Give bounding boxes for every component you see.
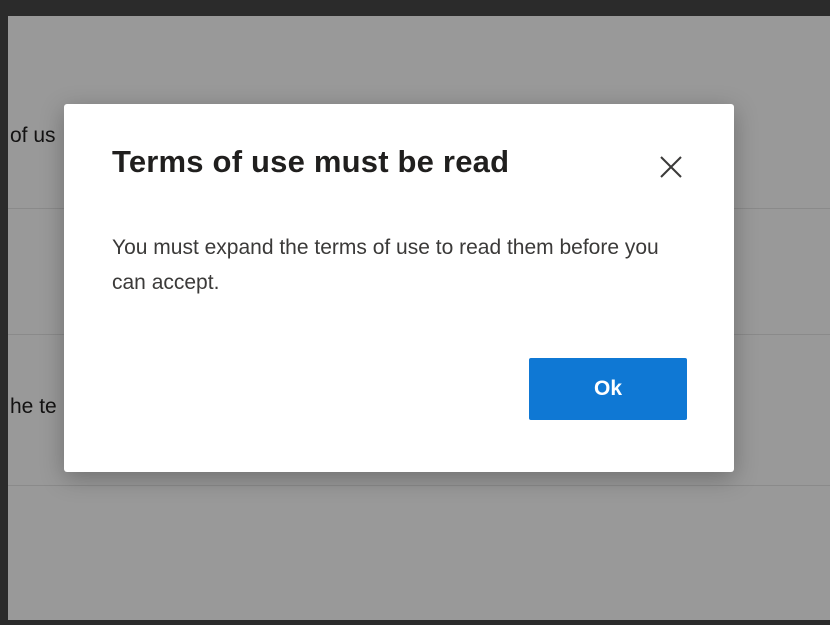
- close-icon: [654, 150, 688, 184]
- window-top-border: [0, 0, 830, 16]
- app-window: of us he te Terms of use must be read Yo…: [0, 0, 830, 625]
- dialog-title: Terms of use must be read: [112, 144, 510, 179]
- close-button[interactable]: [654, 150, 688, 184]
- terms-dialog: Terms of use must be read You must expan…: [64, 104, 734, 472]
- dialog-message: You must expand the terms of use to read…: [112, 236, 659, 294]
- window-left-border: [0, 16, 8, 625]
- ok-button[interactable]: Ok: [529, 358, 687, 420]
- window-bottom-border: [0, 620, 830, 625]
